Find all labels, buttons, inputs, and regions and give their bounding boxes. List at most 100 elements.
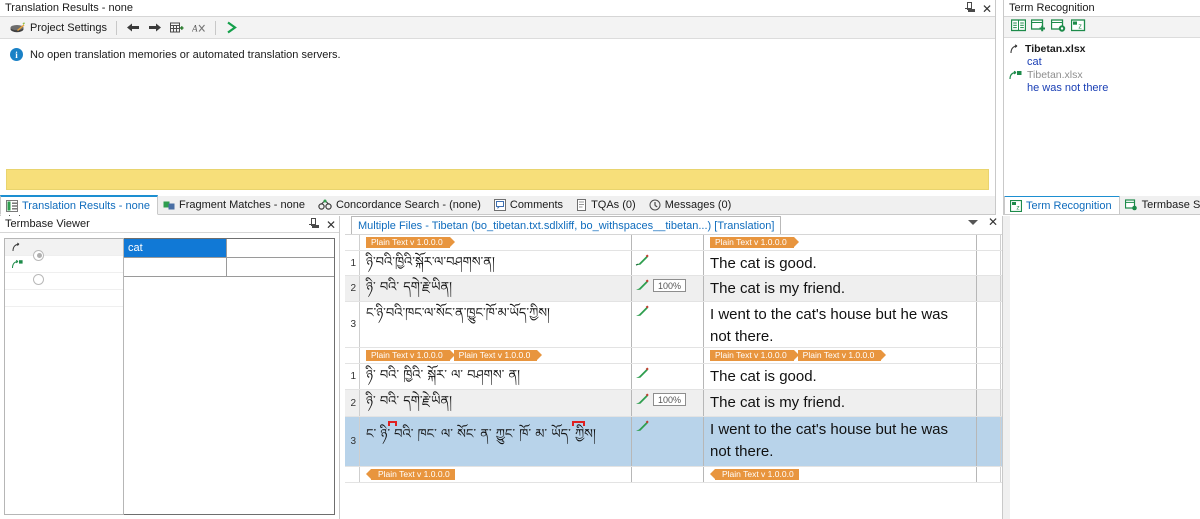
- editor-vertical-scrollbar[interactable]: [1003, 216, 1010, 519]
- segment-grid[interactable]: Plain Text v 1.0.0.0 Plain Text v 1.0.0.…: [345, 235, 1002, 519]
- arrow-right-icon: [149, 23, 162, 32]
- table-row[interactable]: 2 ཉི་ བའི་ དགེ་རྗེ་ཡིན། 100% The cat is …: [345, 390, 1002, 417]
- confirmed-icon: [636, 393, 649, 404]
- segment-status[interactable]: 100%: [632, 390, 704, 416]
- segment-status[interactable]: 100%: [632, 276, 704, 301]
- tag-chip[interactable]: Plain Text v 1.0.0.0: [797, 350, 886, 361]
- tag-chip[interactable]: Plain Text v 1.0.0.0: [366, 237, 455, 248]
- tab-concordance-search-label: Concordance Search - (none): [335, 198, 481, 211]
- source-segment-text[interactable]: ཉི་ བའི་ ཁྱིའི་ སྐོར་ ལ་ བཤགས་ ན།: [359, 364, 632, 389]
- term-source-value[interactable]: cat: [1004, 56, 1200, 68]
- tab-termbase-search-label: Termbase Search: [1141, 198, 1200, 211]
- concordance-search-icon: [318, 199, 332, 210]
- document-start-tag-row-2: Plain Text v 1.0.0.0 Plain Text v 1.0.0.…: [345, 348, 1002, 364]
- tab-fragment-matches-label: Fragment Matches - none: [179, 198, 305, 211]
- tag-chip-close[interactable]: Plain Text v 1.0.0.0: [366, 469, 455, 480]
- tree-item-target-language[interactable]: [5, 256, 123, 273]
- segment-status[interactable]: [632, 417, 704, 466]
- source-segment-text[interactable]: ང་ཉི་བའི་ཁང་ལ་སོང་ན་ཁྱུང་ཁོ་མ་ཡོད་ཀྱིས།: [359, 302, 632, 347]
- target-segment-text[interactable]: The cat is my friend.: [704, 390, 977, 416]
- target-segment-text[interactable]: The cat is good.: [704, 251, 977, 275]
- termbase-cell-term[interactable]: cat: [124, 239, 227, 258]
- table-row[interactable]: 2 ཉི་ བའི་ དགེ་རྗེ་ཡིན། 100% The cat is …: [345, 276, 1002, 302]
- chevron-down-icon[interactable]: [967, 219, 978, 225]
- termbase-cell-definition-empty[interactable]: [227, 258, 334, 277]
- termbase-cell-definition[interactable]: [227, 239, 334, 258]
- source-open-tags: Plain Text v 1.0.0.0: [359, 235, 632, 250]
- table-row[interactable]: 1 ཉི་བའི་ཁྱིའི་སྐོར་ལ་བཤགས་ན། The cat is…: [345, 251, 1002, 276]
- close-icon[interactable]: ✕: [326, 219, 336, 231]
- radio-box: [33, 273, 44, 285]
- add-new-term-icon[interactable]: [1030, 19, 1046, 35]
- tab-concordance-search[interactable]: Concordance Search - (none): [313, 195, 489, 214]
- termbase-search-icon: [1124, 198, 1137, 210]
- pin-icon[interactable]: [964, 1, 973, 16]
- table-row-selected[interactable]: 3 ང་ ཉི་ བའི་ ཁང་ ལ་ སོང་ ན་ ཀྱུང་ ཁོ་ མ…: [345, 417, 1002, 467]
- structure-info: [977, 302, 1001, 347]
- tab-translation-results[interactable]: Translation Results - none: [0, 195, 158, 215]
- table-row[interactable]: 1 ཉི་ བའི་ ཁྱིའི་ སྐོར་ ལ་ བཤགས་ ན། The …: [345, 364, 1002, 390]
- edit-term-icon[interactable]: [1050, 19, 1066, 35]
- termbase-viewer-icon[interactable]: [1010, 19, 1027, 35]
- term-recognition-title: Term Recognition: [1009, 2, 1095, 14]
- target-segment-text[interactable]: I went to the cat's house but he was not…: [704, 302, 977, 347]
- term-target-filename: Tibetan.xlsx: [1027, 69, 1083, 81]
- project-settings-button[interactable]: Project Settings: [6, 18, 111, 38]
- next-match-button[interactable]: [144, 18, 166, 38]
- apply-translation-button[interactable]: [166, 18, 188, 38]
- tag-chip[interactable]: Plain Text v 1.0.0.0: [710, 237, 799, 248]
- editor-document-tab[interactable]: Multiple Files - Tibetan (bo_tibetan.txt…: [351, 216, 782, 234]
- apply-translation-icon: [170, 22, 184, 32]
- tag-chip[interactable]: Plain Text v 1.0.0.0: [710, 350, 799, 361]
- tab-tqas[interactable]: TQAs (0): [571, 195, 644, 214]
- termbase-cell-term-empty[interactable]: [124, 258, 227, 277]
- segment-status[interactable]: [632, 364, 704, 389]
- term-recognition-icon: z: [1010, 199, 1022, 212]
- close-icon[interactable]: ✕: [982, 3, 992, 15]
- source-segment-text[interactable]: ཉི་ བའི་ དགེ་རྗེ་ཡིན།: [359, 276, 632, 301]
- source-segment-text[interactable]: ཉི་ བའི་ དགེ་རྗེ་ཡིན།: [359, 390, 632, 416]
- table-row[interactable]: 3 ང་ཉི་བའི་ཁང་ལ་སོང་ན་ཁྱུང་ཁོ་མ་ཡོད་ཀྱིས…: [345, 302, 1002, 348]
- term-target-value[interactable]: he was not there: [1004, 82, 1200, 94]
- table-row[interactable]: cat: [124, 239, 334, 258]
- tag-chip[interactable]: Plain Text v 1.0.0.0: [366, 350, 455, 361]
- previous-match-button[interactable]: [122, 18, 144, 38]
- target-segment-text[interactable]: The cat is my friend.: [704, 276, 977, 301]
- tree-item-source-language[interactable]: [5, 239, 123, 256]
- termbase-language-tree[interactable]: [4, 238, 124, 515]
- editor-tab-bar: Multiple Files - Tibetan (bo_tibetan.txt…: [345, 216, 1002, 235]
- target-segment-text[interactable]: The cat is good.: [704, 364, 977, 389]
- toolbar-separator-2: [215, 20, 217, 35]
- go-button[interactable]: [221, 18, 242, 38]
- svg-text:A: A: [192, 23, 198, 33]
- source-segment-text-selected[interactable]: ང་ ཉི་ བའི་ ཁང་ ལ་ སོང་ ན་ ཀྱུང་ ཁོ་ མ་ …: [359, 417, 632, 466]
- term-settings-icon[interactable]: z: [1070, 19, 1086, 35]
- structure-spacer: [977, 467, 1001, 482]
- segment-status[interactable]: [632, 302, 704, 347]
- tag-chip-close[interactable]: Plain Text v 1.0.0.0: [710, 469, 799, 480]
- tab-messages-label: Messages (0): [664, 198, 732, 211]
- term-recognition-list: Tibetan.xlsx cat Tibetan.xlsx he was not…: [1004, 38, 1200, 196]
- row-number-spacer: [345, 348, 359, 363]
- clear-formatting-button[interactable]: A: [188, 18, 210, 38]
- comments-icon: [493, 198, 506, 211]
- tag-chip[interactable]: Plain Text v 1.0.0.0: [453, 350, 542, 361]
- segment-status[interactable]: [632, 251, 704, 275]
- tab-termbase-search[interactable]: Termbase Search: [1120, 196, 1200, 214]
- tab-messages[interactable]: Messages (0): [644, 195, 740, 214]
- term-entry-source-file[interactable]: Tibetan.xlsx: [1004, 42, 1200, 56]
- termbase-entry-grid[interactable]: cat: [124, 238, 335, 515]
- close-icon[interactable]: ✕: [988, 216, 998, 228]
- tab-term-recognition[interactable]: z Term Recognition: [1004, 196, 1120, 214]
- pin-icon[interactable]: [308, 217, 317, 232]
- target-segment-text-active[interactable]: I went to the cat's house but he was not…: [704, 417, 977, 466]
- source-segment-text[interactable]: ཉི་བའི་ཁྱིའི་སྐོར་ལ་བཤགས་ན།: [359, 251, 632, 275]
- no-tm-message-text: No open translation memories or automate…: [30, 48, 341, 61]
- tab-fragment-matches[interactable]: Fragment Matches - none: [158, 195, 313, 214]
- messages-icon: [649, 199, 661, 210]
- tab-comments[interactable]: Comments: [489, 195, 571, 214]
- term-entry-target-file[interactable]: Tibetan.xlsx: [1004, 68, 1200, 82]
- target-lang-icon: [12, 259, 23, 268]
- results-tab-strip: Translation Results - none Fragment Matc…: [0, 195, 996, 215]
- table-row[interactable]: [124, 258, 334, 277]
